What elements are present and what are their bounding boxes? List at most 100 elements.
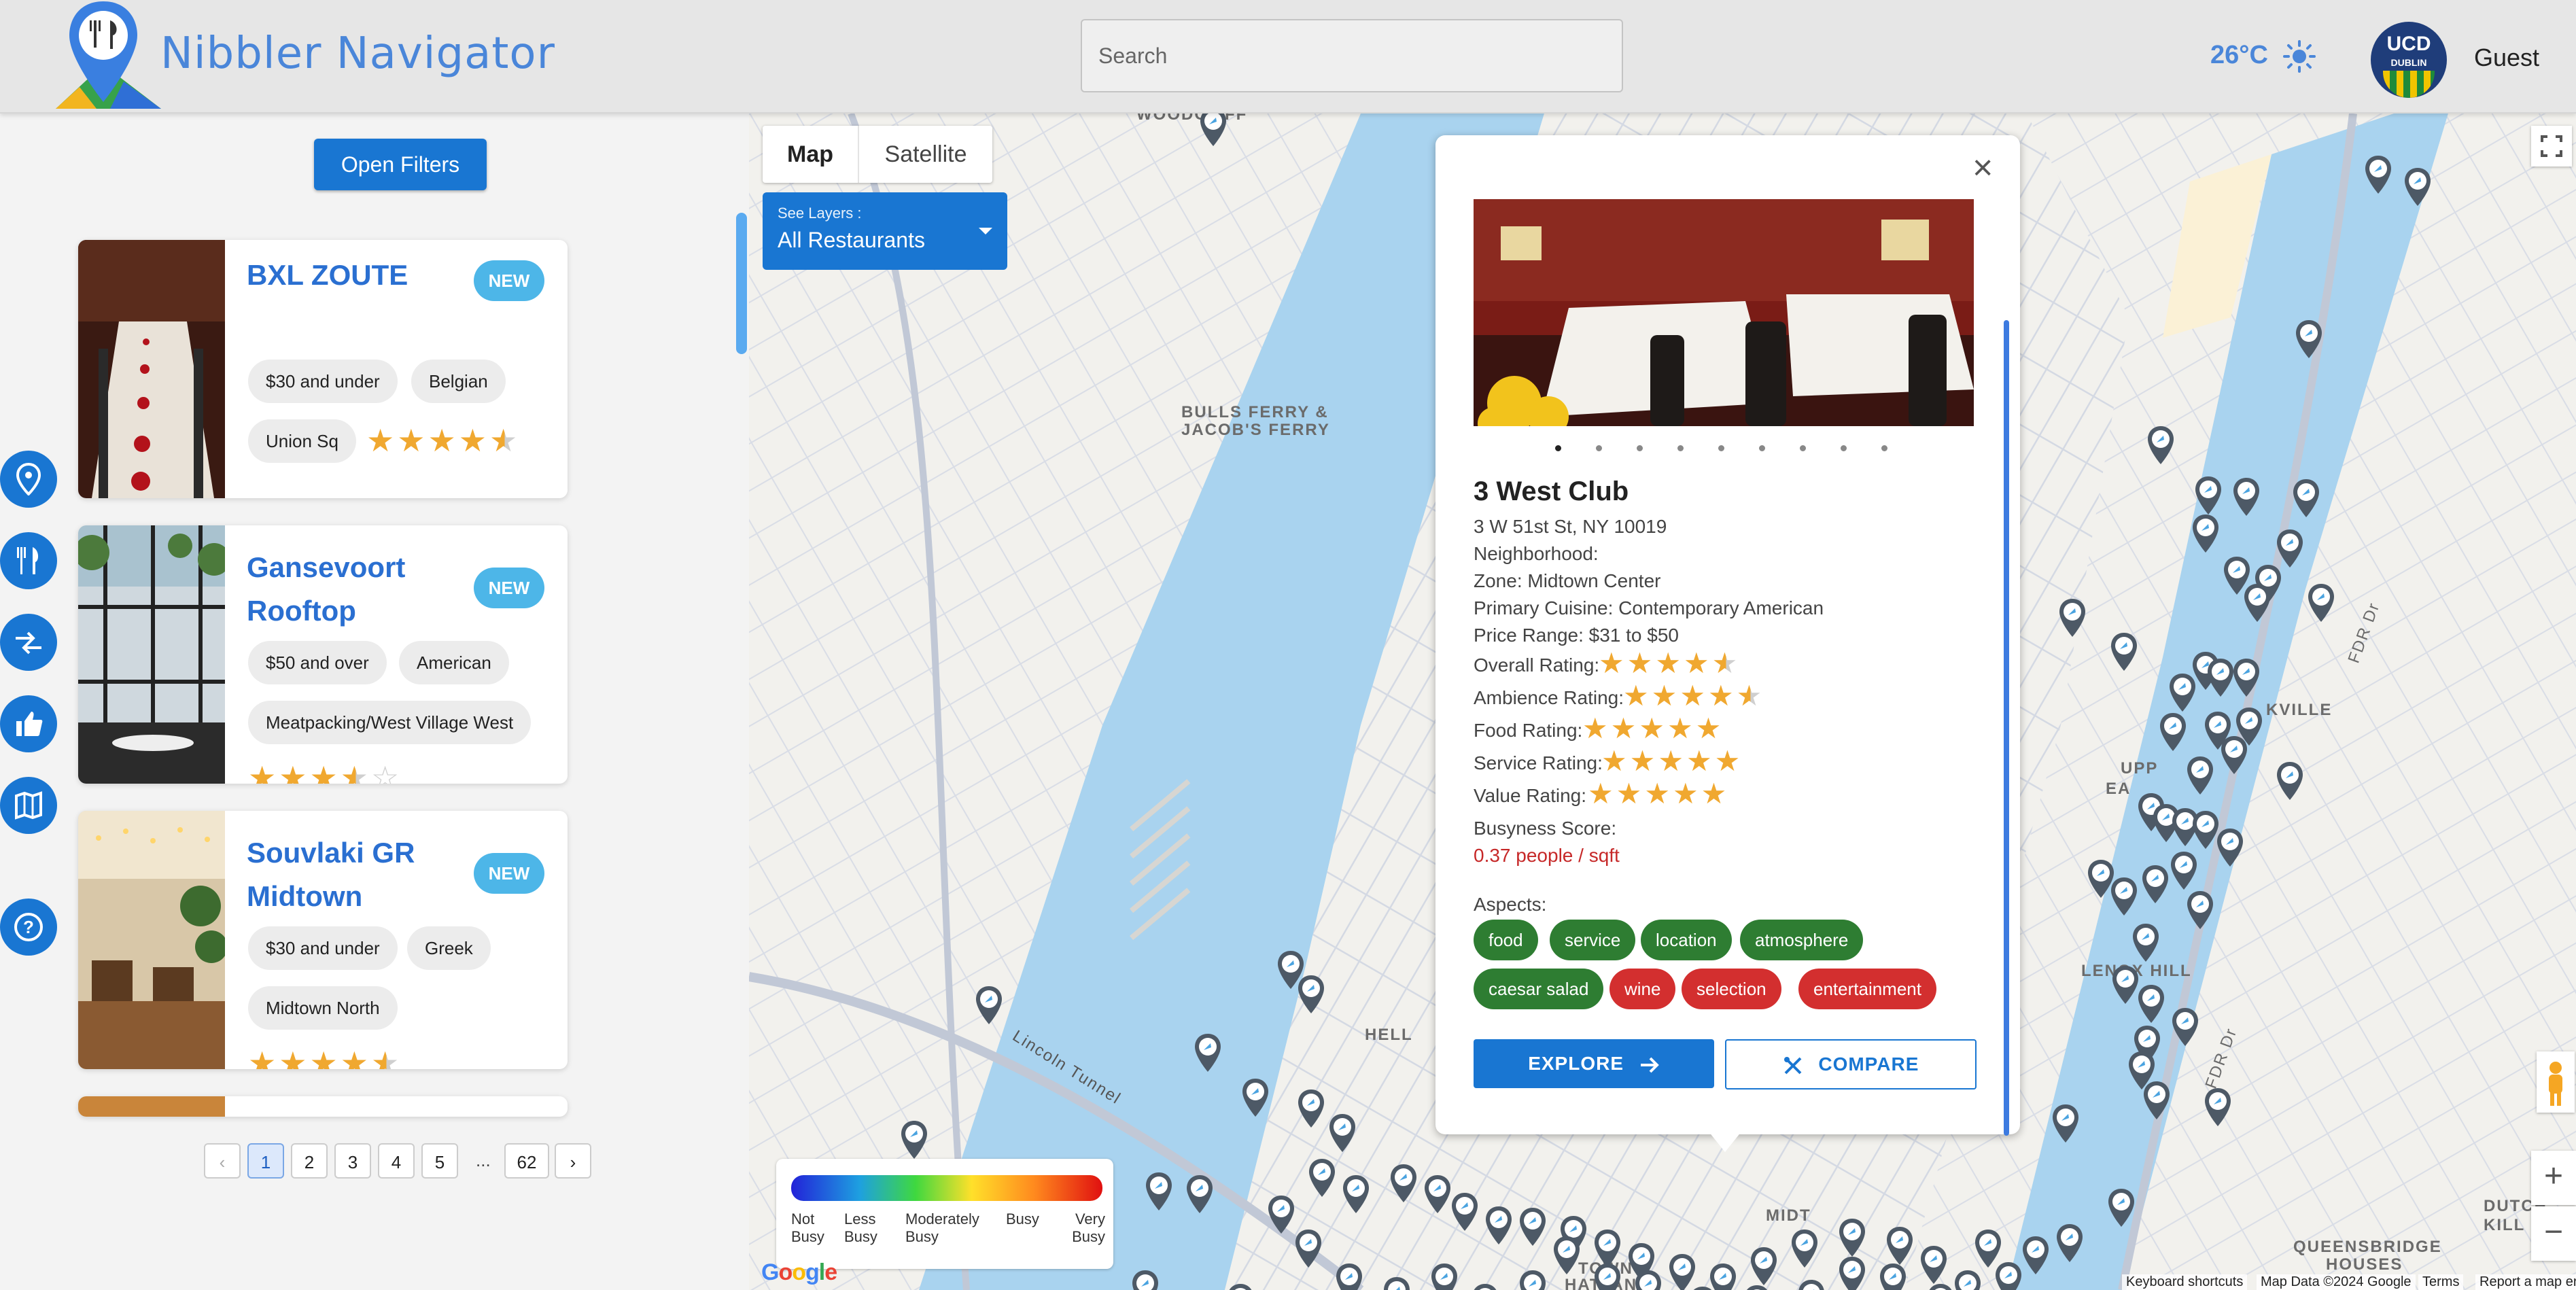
location-pin-icon[interactable] (0, 451, 57, 508)
restaurant-pin-icon[interactable] (1918, 1244, 1949, 1285)
map-view[interactable]: WOODCLIFF BULLS FERRY & JACOB'S FERRY Li… (749, 114, 2576, 1290)
restaurant-pin-icon[interactable] (1306, 1157, 1338, 1198)
restaurant-pin-icon[interactable] (2168, 850, 2199, 891)
restaurant-pin-icon[interactable] (1789, 1228, 1820, 1269)
restaurant-pin-icon[interactable] (1240, 1077, 1271, 1118)
restaurant-pin-icon[interactable] (1198, 114, 1229, 147)
layers-select[interactable]: See Layers : All Restaurants (763, 192, 1007, 270)
restaurant-pin-icon[interactable] (2140, 864, 2171, 905)
restaurant-pin-icon[interactable] (2130, 922, 2161, 963)
logo-icon[interactable] (49, 0, 164, 112)
restaurant-pin-icon[interactable] (1667, 1253, 1698, 1290)
restaurant-pin-icon[interactable] (2136, 983, 2167, 1024)
carousel-dot[interactable] (1555, 445, 1561, 451)
restaurant-pin-icon[interactable] (2050, 1103, 2081, 1144)
restaurant-card[interactable]: Gansevoort Rooftop NEW $50 and over Amer… (78, 525, 568, 784)
restaurant-pin-icon[interactable] (1130, 1269, 1161, 1290)
restaurant-pin-icon[interactable] (1293, 1228, 1324, 1269)
close-icon[interactable]: × (1972, 150, 1993, 186)
restaurant-name[interactable]: Souvlaki GR Midtown (247, 831, 437, 918)
keyboard-shortcuts-link[interactable]: Keyboard shortcuts (2122, 1274, 2248, 1290)
popup-scrollbar[interactable] (2004, 320, 2009, 1136)
restaurant-pin-icon[interactable] (2214, 827, 2246, 868)
thumbs-up-icon[interactable] (0, 695, 57, 752)
restaurant-pin-icon[interactable] (2242, 582, 2273, 623)
terms-link[interactable]: Terms (2418, 1274, 2464, 1290)
carousel-dot[interactable] (1841, 445, 1847, 451)
restaurant-pin-icon[interactable] (1796, 1278, 1827, 1290)
fullscreen-button[interactable] (2531, 126, 2572, 167)
restaurant-pin-icon[interactable] (2233, 706, 2265, 747)
map-icon[interactable] (0, 777, 57, 834)
carousel-dot[interactable] (1718, 445, 1724, 451)
restaurant-pin-icon[interactable] (2020, 1235, 2051, 1276)
restaurant-pin-icon[interactable] (1748, 1246, 1779, 1287)
app-title[interactable]: Nibbler Navigator (160, 29, 555, 79)
restaurant-card[interactable]: BXL ZOUTE NEW $30 and under Belgian Unio… (78, 240, 568, 498)
carousel-dot[interactable] (1677, 445, 1684, 451)
restaurant-pin-icon[interactable] (2106, 1187, 2137, 1228)
restaurant-pin-icon[interactable] (2057, 597, 2088, 638)
open-filters-button[interactable]: Open Filters (314, 139, 487, 190)
compare-button[interactable]: COMPARE (1725, 1039, 1977, 1089)
restaurant-pin-icon[interactable] (2363, 154, 2394, 195)
carousel-dot[interactable] (1596, 445, 1602, 451)
restaurant-pin-icon[interactable] (1388, 1163, 1419, 1204)
restaurant-pin-icon[interactable] (2108, 876, 2140, 917)
restaurant-pin-icon[interactable] (2231, 476, 2262, 517)
restaurant-pin-icon[interactable] (1327, 1113, 1358, 1153)
restaurant-pin-icon[interactable] (1381, 1276, 1412, 1290)
compare-arrows-icon[interactable] (0, 614, 57, 671)
restaurant-pin-icon[interactable] (2157, 712, 2189, 752)
restaurant-pin-icon[interactable] (1225, 1283, 1256, 1290)
restaurant-pin-icon[interactable] (899, 1119, 930, 1160)
zoom-out-button[interactable]: − (2531, 1206, 2576, 1261)
restaurant-name[interactable]: Gansevoort Rooftop (247, 546, 437, 633)
page-button-1[interactable]: 1 (247, 1143, 284, 1179)
carousel-dot[interactable] (1800, 445, 1806, 451)
restaurant-pin-icon[interactable] (1952, 1269, 1983, 1290)
list-scrollbar[interactable] (736, 213, 747, 354)
restaurant-pin-icon[interactable] (2054, 1223, 2085, 1263)
restaurant-card[interactable]: Souvlaki GR Midtown NEW $30 and under Gr… (78, 811, 568, 1069)
carousel-dot[interactable] (1759, 445, 1765, 451)
restaurant-pin-icon[interactable] (1837, 1255, 1868, 1290)
restaurant-pin-icon[interactable] (2202, 1087, 2233, 1128)
restaurant-card-partial[interactable] (78, 1096, 568, 1117)
restaurant-pin-icon[interactable] (2108, 631, 2140, 672)
restaurant-pin-icon[interactable] (1143, 1171, 1174, 1212)
search-input[interactable] (1081, 19, 1623, 92)
restaurant-pin-icon[interactable] (2141, 1080, 2172, 1121)
restaurant-pin-icon[interactable] (2167, 672, 2198, 713)
map-type-map-button[interactable]: Map (763, 126, 858, 183)
restaurant-pin-icon[interactable] (2274, 761, 2305, 801)
restaurant-pin-icon[interactable] (2293, 319, 2325, 360)
carousel-dot[interactable] (1637, 445, 1643, 451)
zoom-in-button[interactable]: + (2531, 1151, 2576, 1205)
restaurant-pin-icon[interactable] (1192, 1032, 1223, 1073)
report-map-error-link[interactable]: Report a map er (2475, 1274, 2576, 1290)
restaurant-pin-icon[interactable] (1449, 1191, 1480, 1232)
restaurant-pin-icon[interactable] (1295, 1088, 1327, 1129)
page-button-2[interactable]: 2 (291, 1143, 328, 1179)
google-logo[interactable]: Google (761, 1259, 837, 1286)
carousel-dot[interactable] (1881, 445, 1887, 451)
next-page-button[interactable]: › (555, 1143, 591, 1179)
help-icon[interactable]: ? (0, 899, 57, 956)
restaurant-pin-icon[interactable] (1340, 1174, 1372, 1215)
restaurant-pin-icon[interactable] (2305, 582, 2337, 623)
street-view-button[interactable] (2537, 1051, 2575, 1113)
restaurant-pin-icon[interactable] (1884, 1225, 1915, 1266)
restaurant-pin-icon[interactable] (1517, 1206, 1548, 1247)
restaurant-pin-icon[interactable] (1184, 1174, 1215, 1215)
restaurant-pin-icon[interactable] (1334, 1262, 1365, 1290)
restaurant-photo[interactable] (1474, 199, 1974, 426)
restaurant-pin-icon[interactable] (1972, 1228, 2004, 1269)
restaurant-pin-icon[interactable] (2170, 1007, 2201, 1047)
restaurant-pin-icon[interactable] (1483, 1205, 1514, 1246)
restaurant-pin-icon[interactable] (1429, 1262, 1460, 1290)
map-type-satellite-button[interactable]: Satellite (859, 126, 992, 183)
user-name[interactable]: Guest (2474, 43, 2539, 72)
avatar[interactable]: UCD DUBLIN (2371, 22, 2447, 98)
restaurant-pin-icon[interactable] (2274, 528, 2305, 569)
